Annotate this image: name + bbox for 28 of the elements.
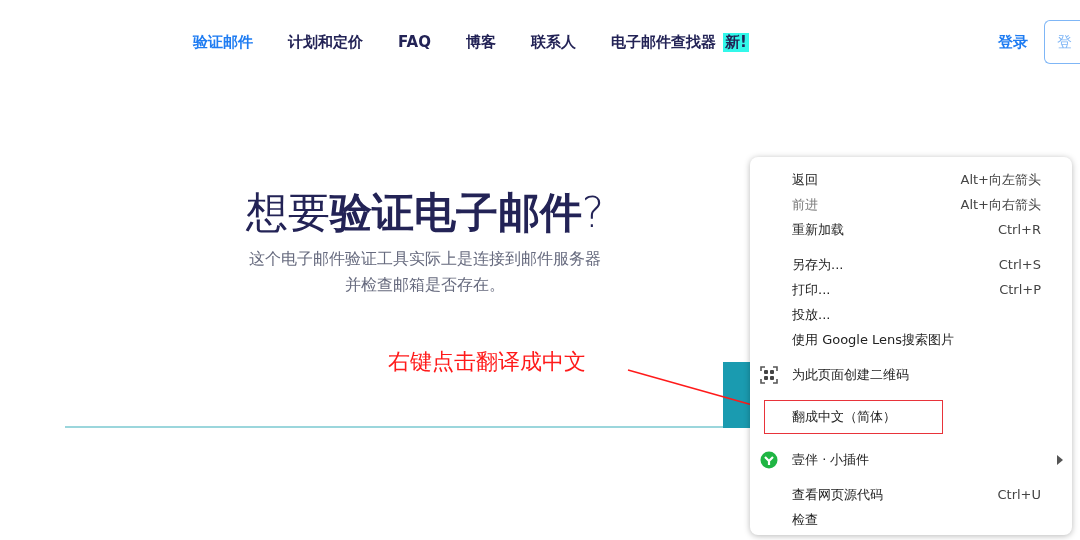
menu-item[interactable]: 为此页面创建二维码 [750, 362, 1072, 387]
email-input-field[interactable] [65, 426, 723, 429]
nav-link[interactable]: 联系人 [530, 32, 576, 52]
menu-item[interactable]: 打印... Ctrl+P [750, 277, 1072, 302]
hero-subtitle: 并检查邮箱是否存在。 [345, 274, 505, 297]
menu-item[interactable]: 翻成中文（简体） [765, 401, 942, 433]
annotation-text: 右键点击翻译成中文 [388, 348, 586, 376]
menu-item[interactable]: 使用 Google Lens搜索图片 [750, 327, 1072, 352]
qr-code-icon [760, 365, 778, 384]
hero-subtitle: 这个电子邮件验证工具实际上是连接到邮件服务器 [249, 248, 601, 271]
nav-link[interactable]: 计划和定价 [288, 32, 363, 52]
nav-link[interactable]: 验证邮件 [193, 32, 253, 52]
menu-item[interactable]: 检查 [750, 507, 1072, 532]
menu-item[interactable]: 壹伴 · 小插件 [750, 447, 1072, 472]
verify-button[interactable] [723, 362, 753, 429]
menu-item[interactable]: 另存为... Ctrl+S [750, 252, 1072, 277]
menu-item[interactable]: 返回 Alt+向左箭头 [750, 167, 1072, 192]
nav-link[interactable]: FAQ [398, 33, 431, 51]
login-link[interactable]: 登录 [998, 32, 1028, 52]
menu-item[interactable]: 投放... [750, 302, 1072, 327]
new-badge: 新! [722, 32, 749, 52]
nav-link[interactable]: 博客 [465, 32, 496, 52]
hero-title: 想要验证电子邮件? [245, 188, 605, 239]
submenu-arrow-icon [1057, 454, 1063, 465]
menu-item[interactable]: 查看网页源代码 Ctrl+U [750, 482, 1072, 507]
nav-link[interactable]: 电子邮件查找器 [610, 32, 716, 52]
extension-icon [760, 450, 778, 469]
menu-item[interactable]: 重新加载 Ctrl+R [750, 217, 1072, 242]
